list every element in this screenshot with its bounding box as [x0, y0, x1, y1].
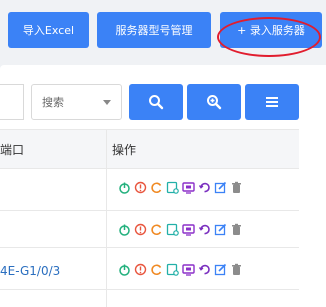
column-divider	[106, 129, 107, 307]
info-icon[interactable]	[134, 263, 147, 276]
row-divider	[0, 210, 299, 211]
column-header-port: 端口	[0, 143, 25, 157]
refresh-icon[interactable]	[150, 263, 163, 276]
monitor-icon[interactable]	[182, 181, 195, 194]
delete-icon[interactable]	[230, 181, 243, 194]
power-icon[interactable]	[118, 263, 131, 276]
refresh-icon[interactable]	[150, 223, 163, 236]
add-server-button[interactable]: + 录入服务器	[220, 12, 322, 48]
columns-menu-button[interactable]	[245, 84, 299, 120]
edit-icon[interactable]	[214, 263, 227, 276]
menu-icon	[266, 97, 278, 107]
history-icon[interactable]	[198, 181, 211, 194]
search-input[interactable]	[0, 84, 24, 120]
port-cell: 4E-G1/0/3	[0, 264, 61, 278]
row-actions	[118, 181, 243, 194]
delete-icon[interactable]	[230, 223, 243, 236]
history-icon[interactable]	[198, 223, 211, 236]
history-icon[interactable]	[198, 263, 211, 276]
edit-icon[interactable]	[214, 223, 227, 236]
monitor-icon[interactable]	[182, 223, 195, 236]
column-header-actions: 操作	[112, 143, 137, 157]
import-excel-button[interactable]: 导入Excel	[8, 12, 89, 48]
zoom-in-icon	[207, 95, 222, 110]
search-icon	[149, 95, 164, 110]
advanced-search-button[interactable]	[187, 84, 241, 120]
server-model-management-button[interactable]: 服务器型号管理	[97, 12, 211, 48]
console-icon[interactable]	[166, 263, 179, 276]
row-actions	[118, 223, 243, 236]
console-icon[interactable]	[166, 223, 179, 236]
monitor-icon[interactable]	[182, 263, 195, 276]
row-divider	[0, 289, 299, 290]
row-actions	[118, 263, 243, 276]
info-icon[interactable]	[134, 181, 147, 194]
caret-down-icon	[103, 100, 111, 105]
edit-icon[interactable]	[214, 181, 227, 194]
row-divider	[0, 247, 299, 248]
info-icon[interactable]	[134, 223, 147, 236]
power-icon[interactable]	[118, 223, 131, 236]
search-field-select[interactable]: 搜索	[31, 84, 122, 120]
table-header	[0, 129, 299, 169]
console-icon[interactable]	[166, 181, 179, 194]
search-button[interactable]	[129, 84, 183, 120]
power-icon[interactable]	[118, 181, 131, 194]
delete-icon[interactable]	[230, 263, 243, 276]
refresh-icon[interactable]	[150, 181, 163, 194]
